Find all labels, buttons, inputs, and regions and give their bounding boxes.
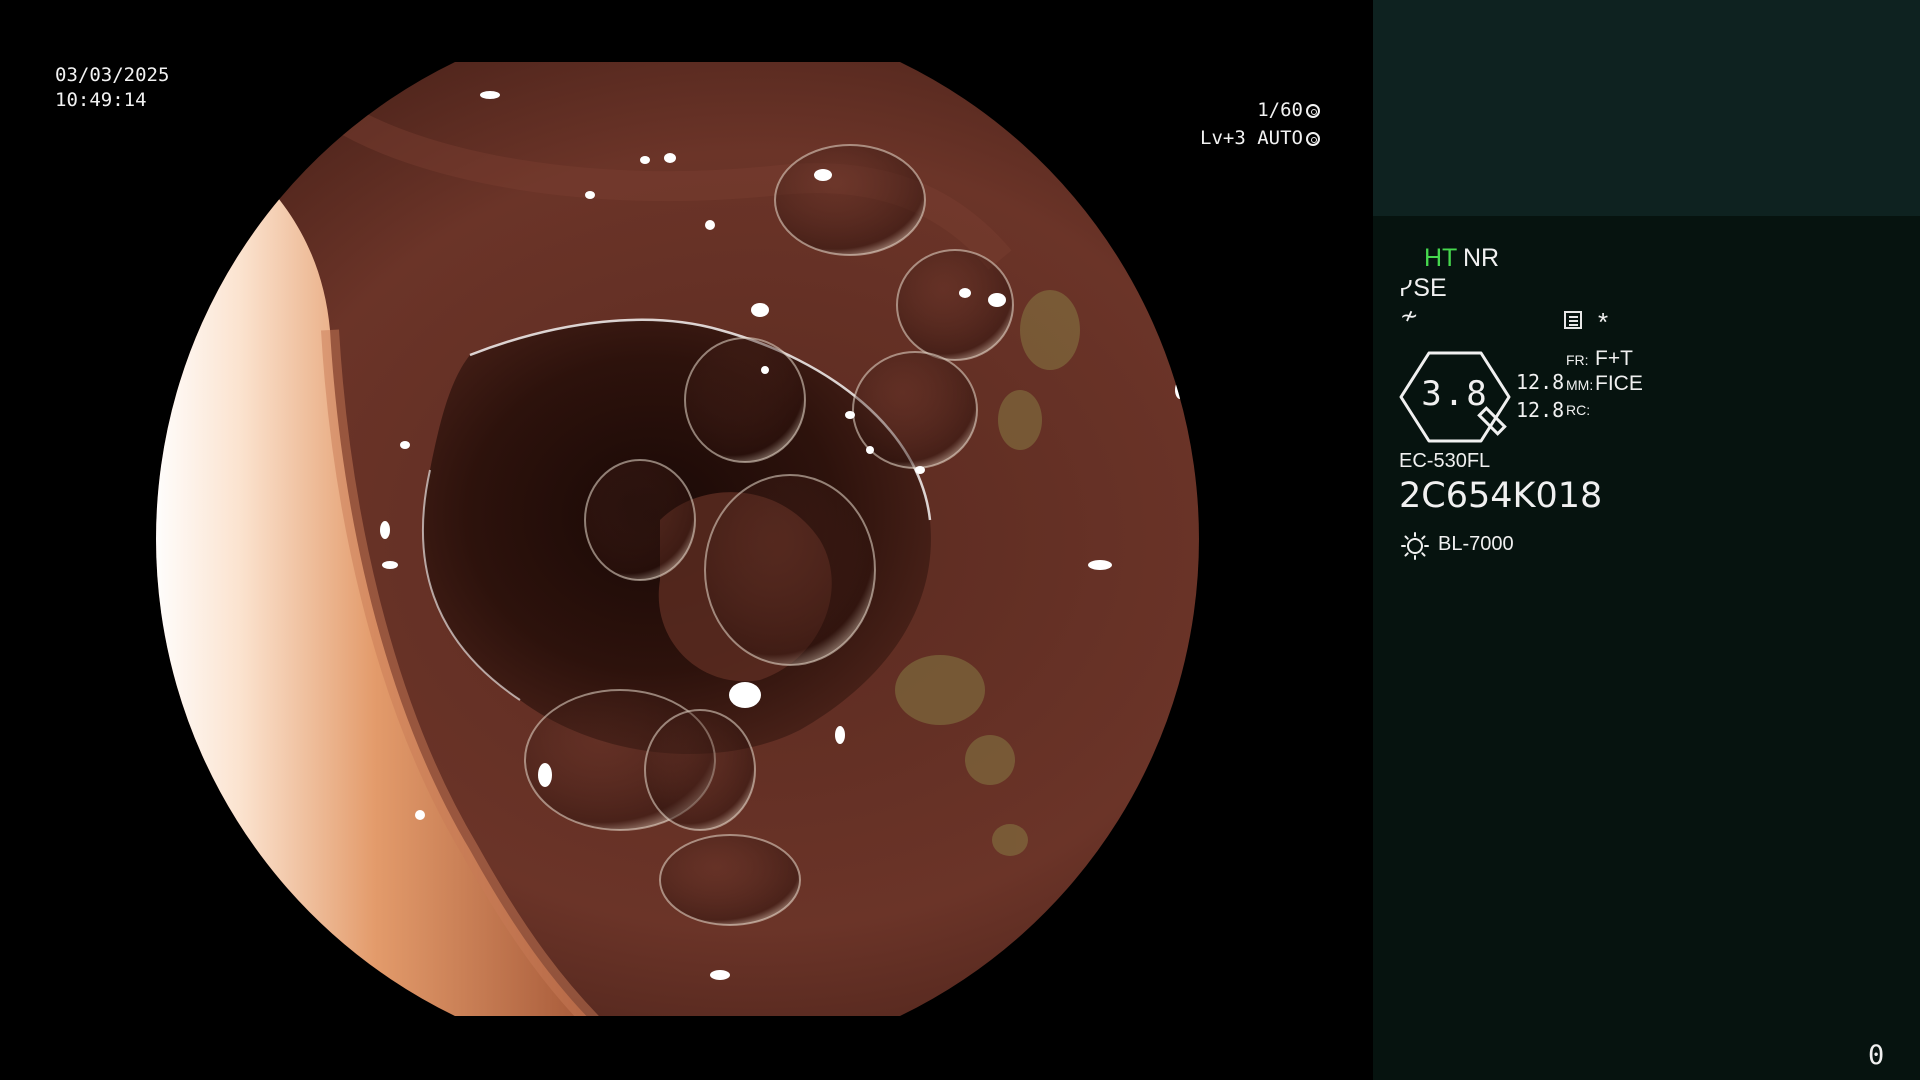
level-value: Lv+3 AUTO (1200, 127, 1303, 149)
info-panel: HT NR ᓯSE ≁ * 3.8 12.8 12.8 FR: F+T MM: … (1373, 0, 1920, 1080)
lamp-icon (1401, 532, 1429, 560)
panel-header-area (1373, 0, 1920, 216)
scope-serial: 2C654K018 (1399, 476, 1603, 516)
shutter-gear-icon (1306, 104, 1320, 118)
rc-label: RC: (1566, 402, 1591, 418)
fr-label: FR: (1566, 352, 1589, 368)
scope-model: EC-530FL (1399, 450, 1491, 472)
shutter-readout: 1/60 (1257, 98, 1320, 123)
se-label: SE (1413, 274, 1447, 302)
light-source-label: BL-7000 (1438, 533, 1514, 555)
mm-label: MM: (1566, 377, 1594, 393)
lower-value: 12.8 (1516, 398, 1565, 422)
shutter-value: 1/60 (1257, 99, 1303, 121)
endoscope-view: 03/03/2025 10:49:14 1/60 Lv+3 AUTO (0, 0, 1373, 1080)
auto-gear-icon (1306, 132, 1320, 146)
date-readout: 03/03/2025 (55, 64, 170, 86)
se-indicator: ᓯSE (1399, 274, 1447, 303)
ht-indicator: HT (1424, 244, 1458, 272)
mm-value: FICE (1595, 372, 1643, 395)
star-indicator: * (1598, 307, 1609, 337)
fr-value: F+T (1595, 347, 1633, 370)
level-readout: Lv+3 AUTO (1200, 126, 1320, 151)
menu-icon (1564, 311, 1582, 329)
gauge-value: 3.8 (1421, 374, 1489, 414)
nr-indicator: NR (1463, 244, 1500, 272)
upper-value: 12.8 (1516, 370, 1565, 394)
frame-counter: 0 (1868, 1040, 1885, 1071)
endoscope-image (156, 62, 1199, 1016)
time-readout: 10:49:14 (55, 89, 147, 111)
ef-icon: ≁ (1400, 303, 1419, 328)
se-icon: ᓯ (1399, 276, 1413, 301)
endoscopy-monitor: 03/03/2025 10:49:14 1/60 Lv+3 AUTO HT NR… (0, 0, 1920, 1080)
